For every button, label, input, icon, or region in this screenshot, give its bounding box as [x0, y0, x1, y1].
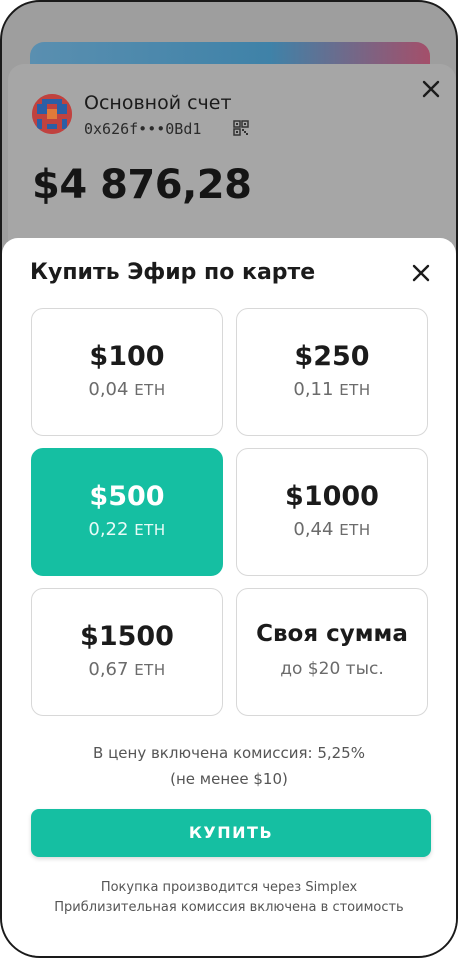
close-icon[interactable] — [418, 76, 444, 102]
custom-amount-label: Своя сумма — [256, 621, 408, 647]
option-amount: $1000 — [285, 481, 379, 512]
buy-button[interactable]: КУПИТЬ — [31, 809, 431, 857]
sheet-close-icon[interactable] — [408, 260, 434, 286]
account-balance: $4 876,28 — [32, 162, 252, 208]
footnote-fee: Приблизительная комиссия включена в стои… — [54, 900, 404, 915]
fee-line: В цену включена комиссия: 5,25% — [93, 744, 365, 762]
qr-code-icon[interactable] — [233, 120, 249, 136]
option-eth: 0,22 ETH — [88, 519, 166, 540]
option-amount: $250 — [294, 341, 370, 372]
custom-amount-limit: до $20 тыс. — [280, 659, 384, 679]
account-address[interactable]: 0x626f•••0Bd1 — [84, 120, 201, 138]
fee-info: В цену включена комиссия: 5,25% (не мене… — [2, 740, 456, 792]
account-name: Основной счет — [84, 92, 232, 114]
option-eth: 0,44 ETH — [293, 519, 371, 540]
option-amount: $500 — [89, 481, 165, 512]
sheet-title: Купить Эфир по карте — [30, 260, 316, 285]
custom-amount-option[interactable]: Своя сумма до $20 тыс. — [236, 588, 428, 716]
footnote: Покупка производится через Simplex Прибл… — [2, 878, 456, 918]
amount-option-100[interactable]: $100 0,04 ETH — [31, 308, 223, 436]
account-avatar — [32, 94, 72, 134]
amount-option-250[interactable]: $250 0,11 ETH — [236, 308, 428, 436]
amount-option-1000[interactable]: $1000 0,44 ETH — [236, 448, 428, 576]
option-eth: 0,67 ETH — [88, 659, 166, 680]
footnote-provider: Покупка производится через Simplex — [100, 880, 358, 895]
option-eth: 0,11 ETH — [293, 379, 371, 400]
fee-minimum: (не менее $10) — [170, 770, 288, 788]
phone-frame: Основной счет 0x626f•••0Bd1 $4 876,28 Ку… — [0, 0, 458, 958]
amount-option-1500[interactable]: $1500 0,67 ETH — [31, 588, 223, 716]
option-eth: 0,04 ETH — [88, 379, 166, 400]
option-amount: $100 — [89, 341, 165, 372]
amount-option-500[interactable]: $500 0,22 ETH — [31, 448, 223, 576]
option-amount: $1500 — [80, 621, 174, 652]
